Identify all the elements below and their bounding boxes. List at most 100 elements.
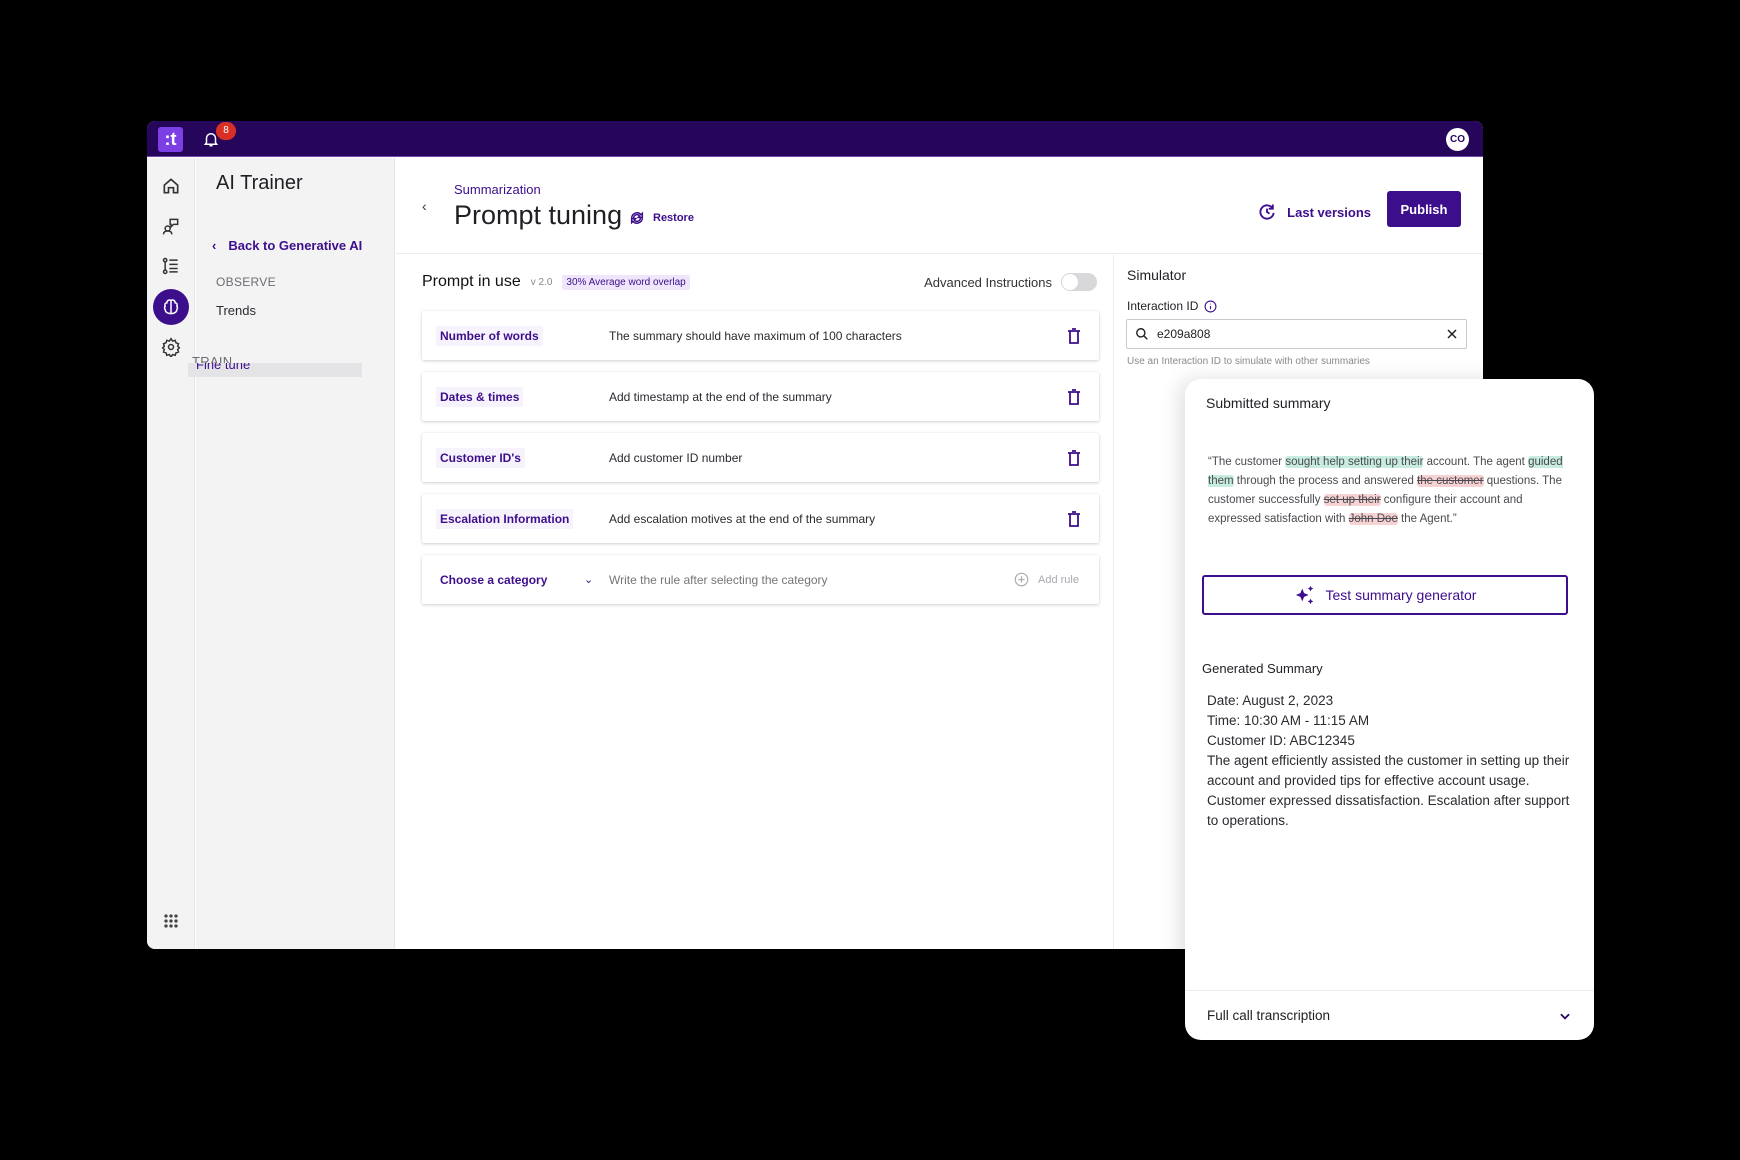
last-versions-label: Last versions <box>1287 204 1371 220</box>
chevron-left-icon: ‹ <box>212 238 217 253</box>
generated-summary-title: Generated Summary <box>1202 661 1323 676</box>
rule-text-input[interactable] <box>609 572 969 587</box>
interaction-id-field[interactable] <box>1126 319 1467 349</box>
submitted-summary-title: Submitted summary <box>1206 395 1331 411</box>
summary-text-segment: “The customer <box>1208 456 1286 468</box>
page-header: ‹ Summarization Prompt tuning Restore La… <box>396 158 1483 254</box>
submitted-summary-text: “The customer sought help setting up the… <box>1208 453 1568 529</box>
interaction-id-input[interactable] <box>1157 327 1438 341</box>
trash-icon[interactable] <box>1067 449 1081 466</box>
add-rule-button[interactable]: Add rule <box>1014 572 1079 587</box>
interaction-id-label: Interaction ID <box>1127 299 1217 313</box>
category-select[interactable]: Choose a category <box>436 570 551 590</box>
close-icon[interactable] <box>1446 328 1458 340</box>
rail-apps[interactable] <box>153 903 189 939</box>
chevron-left-icon: ‹ <box>422 198 427 214</box>
subnav-title: AI Trainer <box>216 172 303 194</box>
grid-icon <box>164 914 178 928</box>
interaction-id-help: Use an Interaction ID to simulate with o… <box>1127 356 1370 367</box>
search-icon <box>1136 328 1148 340</box>
interaction-id-label-text: Interaction ID <box>1127 299 1199 313</box>
fine-tune-label: Fine tune <box>196 363 251 372</box>
observe-section-label: OBSERVE <box>216 275 276 289</box>
breadcrumb[interactable]: Summarization <box>454 182 541 197</box>
overlap-badge: 30% Average word overlap <box>562 274 690 290</box>
generated-time: Time: 10:30 AM - 11:15 AM <box>1207 713 1370 728</box>
rule-row[interactable]: Escalation Information Add escalation mo… <box>422 494 1099 543</box>
summary-text-segment: account. The agent <box>1423 456 1529 468</box>
advanced-instructions: Advanced Instructions <box>924 273 1097 291</box>
prompt-header: Prompt in use v 2.0 30% Average word ove… <box>422 273 690 291</box>
rail-conversations[interactable] <box>153 208 189 244</box>
user-avatar[interactable]: CO <box>1446 128 1469 151</box>
summary-card: Submitted summary “The customer sought h… <box>1185 379 1594 1040</box>
full-call-transcription-label: Full call transcription <box>1207 1008 1331 1023</box>
rules-list: Number of words The summary should have … <box>422 311 1099 616</box>
rail-home[interactable] <box>153 168 189 204</box>
removed-text-highlight: the customer <box>1417 475 1484 487</box>
prompt-title: Prompt in use <box>422 273 521 290</box>
publish-button[interactable]: Publish <box>1387 191 1461 227</box>
added-text-highlight: sought help setting up their <box>1285 456 1424 468</box>
nav-item-fine-tune[interactable]: Fine tune <box>188 363 362 377</box>
add-rule-label: Add rule <box>1038 573 1079 586</box>
info-icon[interactable] <box>1204 300 1217 313</box>
generated-summary-body: Date: August 2, 2023 Time: 10:30 AM - 11… <box>1207 691 1577 831</box>
rule-text[interactable]: Add customer ID number <box>609 451 742 465</box>
chevron-down-icon[interactable]: ⌄ <box>584 573 593 586</box>
summary-text-segment: through the process and answered <box>1233 475 1418 487</box>
home-icon <box>163 178 179 194</box>
test-summary-generator-label: Test summary generator <box>1325 587 1477 603</box>
sub-navigation: AI Trainer |< ‹ Back to Generative AI OB… <box>188 158 450 949</box>
page-title: Prompt tuning <box>454 200 623 230</box>
trash-icon[interactable] <box>1067 327 1081 344</box>
prompt-pane: Prompt in use v 2.0 30% Average word ove… <box>396 255 1114 949</box>
rule-category: Dates & times <box>436 386 524 407</box>
restore-label: Restore <box>653 212 694 224</box>
version-label: v 2.0 <box>530 276 553 288</box>
brain-icon <box>163 299 179 315</box>
back-to-generative-ai-link[interactable]: ‹ Back to Generative AI <box>212 238 362 253</box>
icon-rail <box>147 158 195 949</box>
rail-settings[interactable] <box>153 329 189 365</box>
rule-category: Customer ID's <box>436 447 525 468</box>
back-button[interactable]: ‹ <box>422 198 427 214</box>
rule-row[interactable]: Dates & times Add timestamp at the end o… <box>422 372 1099 421</box>
trash-icon[interactable] <box>1067 510 1081 527</box>
rail-ai-trainer[interactable] <box>153 289 189 325</box>
rule-text[interactable]: Add escalation motives at the end of the… <box>609 512 875 526</box>
rule-category: Escalation Information <box>436 508 574 529</box>
plus-circle-icon <box>1014 572 1029 587</box>
nav-item-trends[interactable]: Trends <box>216 303 256 318</box>
gear-icon <box>161 337 181 357</box>
trash-icon[interactable] <box>1067 388 1081 405</box>
top-bar: :t 8 CO <box>147 121 1483 157</box>
sparkle-icon <box>1295 585 1313 605</box>
generated-date: Date: August 2, 2023 <box>1207 693 1334 708</box>
rule-text[interactable]: The summary should have maximum of 100 c… <box>609 329 902 343</box>
removed-text-highlight: set up their <box>1323 494 1381 506</box>
generated-summary-paragraph: The agent efficiently assisted the custo… <box>1207 753 1570 828</box>
rule-category: Number of words <box>436 325 543 346</box>
rule-text[interactable]: Add timestamp at the end of the summary <box>609 390 832 404</box>
app-logo[interactable]: :t <box>158 127 183 152</box>
generated-customer-id: Customer ID: ABC12345 <box>1207 733 1355 748</box>
restore-button[interactable]: Restore <box>629 210 694 226</box>
list-icon <box>162 257 178 275</box>
full-call-transcription-expander[interactable]: Full call transcription <box>1185 990 1594 1040</box>
new-rule-row: Choose a category ⌄ Add rule <box>422 555 1099 604</box>
conversation-icon <box>162 218 179 235</box>
removed-text-highlight: John Doe <box>1348 513 1398 525</box>
chevron-down-icon <box>1560 1013 1570 1020</box>
back-link-label: Back to Generative AI <box>228 238 363 253</box>
last-versions-button[interactable]: Last versions <box>1257 200 1371 224</box>
test-summary-generator-button[interactable]: Test summary generator <box>1202 575 1568 615</box>
history-icon <box>1259 204 1275 220</box>
rail-lists[interactable] <box>153 248 189 284</box>
advanced-instructions-toggle[interactable] <box>1061 273 1097 291</box>
rule-row[interactable]: Customer ID's Add customer ID number <box>422 433 1099 482</box>
simulator-title: Simulator <box>1127 267 1187 283</box>
notification-badge: 8 <box>216 122 236 140</box>
advanced-instructions-label: Advanced Instructions <box>924 274 1052 290</box>
rule-row[interactable]: Number of words The summary should have … <box>422 311 1099 360</box>
